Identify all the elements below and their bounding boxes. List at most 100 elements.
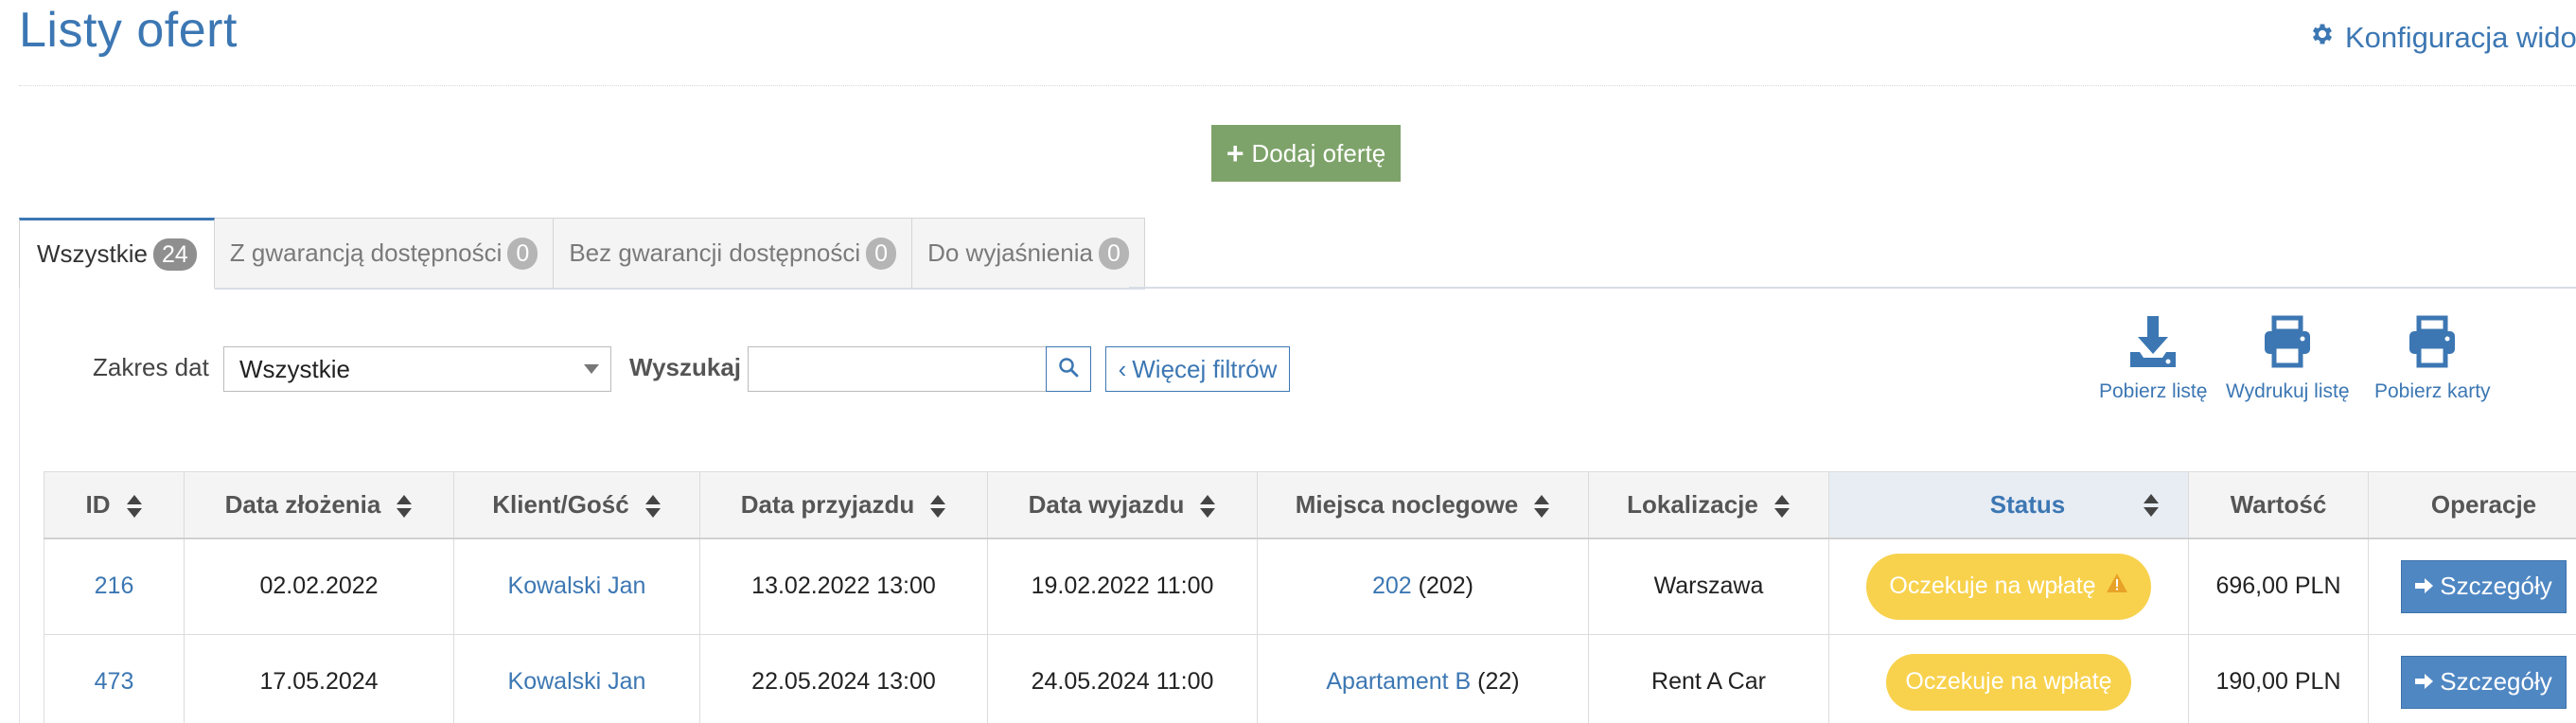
cell-created: 02.02.2022 — [184, 538, 454, 635]
offer-id-link[interactable]: 216 — [95, 573, 134, 599]
column-header-created[interactable]: Data złożenia — [184, 471, 454, 539]
sort-icon — [126, 494, 143, 519]
table-row: 473 17.05.2024 Kowalski Jan 22.05.2024 1… — [44, 634, 2576, 723]
details-button[interactable]: Szczegóły — [2401, 655, 2567, 709]
client-link[interactable]: Kowalski Jan — [508, 668, 646, 695]
details-label: Szczegóły — [2440, 572, 2552, 601]
sort-icon — [1199, 494, 1216, 519]
printer-icon — [2263, 314, 2312, 380]
offers-table: ID Data złożenia Klient/Gość Data przyja… — [44, 471, 2576, 723]
column-header-label: Status — [1989, 489, 2066, 519]
column-header-id[interactable]: ID — [44, 471, 185, 539]
cell-operations: Szczegóły — [2368, 538, 2576, 635]
column-header-label: Miejsca noclegowe — [1295, 489, 1519, 519]
arrow-right-icon — [2415, 572, 2434, 601]
cell-created: 17.05.2024 — [184, 634, 454, 723]
tab-to-clarify[interactable]: Do wyjaśnienia 0 — [912, 218, 1145, 290]
tab-label: Do wyjaśnienia — [927, 238, 1093, 267]
column-header-arrival[interactable]: Data przyjazdu — [699, 471, 988, 539]
config-view-label: Konfiguracja widok — [2345, 21, 2576, 54]
column-header-status[interactable]: Status — [1828, 471, 2189, 539]
details-button[interactable]: Szczegóły — [2401, 559, 2567, 613]
add-offer-label: Dodaj ofertę — [1251, 138, 1386, 168]
cell-arrival: 13.02.2022 13:00 — [699, 538, 988, 635]
tab-count-badge: 0 — [866, 237, 897, 270]
status-label: Oczekuje na wpłatę — [1905, 668, 2112, 695]
more-filters-button[interactable]: ‹ Więcej filtrów — [1105, 346, 1290, 392]
cell-arrival: 22.05.2024 13:00 — [699, 634, 988, 723]
column-header-places[interactable]: Miejsca noclegowe — [1257, 471, 1589, 539]
place-suffix: (22) — [1477, 668, 1520, 695]
sort-icon — [2143, 493, 2160, 518]
sort-icon — [929, 494, 946, 519]
date-range-value: Wszystkie — [239, 354, 350, 383]
sort-icon — [1773, 494, 1791, 519]
search-input[interactable] — [748, 346, 1047, 392]
panel-border — [19, 288, 20, 723]
date-range-select[interactable]: Wszystkie — [223, 346, 611, 392]
tab-all[interactable]: Wszystkie 24 — [19, 218, 215, 290]
tab-label: Z gwarancją dostępności — [229, 238, 503, 267]
search-button[interactable] — [1046, 346, 1091, 392]
cell-status: Oczekuje na wpłatę — [1828, 538, 2189, 635]
print-list-action[interactable]: Wydrukuj listę — [2226, 314, 2350, 403]
column-header-value: Wartość — [2188, 471, 2369, 539]
offer-id-link[interactable]: 473 — [95, 668, 134, 695]
download-cards-action[interactable]: Pobierz karty — [2374, 314, 2491, 403]
config-view-link[interactable]: Konfiguracja widok — [2309, 21, 2576, 55]
tab-count-badge: 0 — [1098, 237, 1129, 270]
cell-id: 216 — [44, 538, 185, 635]
status-badge: Oczekuje na wpłatę — [1866, 553, 2151, 620]
print-list-label: Wydrukuj listę — [2226, 380, 2350, 402]
cell-place: 202 (202) — [1257, 538, 1589, 635]
search-icon — [1057, 356, 1080, 383]
download-list-action[interactable]: Pobierz listę — [2099, 314, 2207, 403]
header-divider — [19, 85, 2576, 86]
tab-count-badge: 24 — [153, 238, 197, 271]
cell-departure: 19.02.2022 11:00 — [987, 538, 1258, 635]
chevron-down-icon — [584, 364, 599, 374]
place-suffix: (202) — [1418, 573, 1474, 600]
chevron-left-icon: ‹ — [1118, 354, 1127, 383]
cell-status: Oczekuje na wpłatę — [1828, 634, 2189, 723]
column-header-operations: Operacje — [2368, 471, 2576, 539]
sort-icon — [1533, 494, 1550, 519]
tab-without-guarantee[interactable]: Bez gwarancji dostępności 0 — [554, 218, 913, 290]
plus-icon: + — [1226, 136, 1244, 170]
column-header-label: Operacje — [2430, 489, 2537, 519]
tabs-bar: Wszystkie 24 Z gwarancją dostępności 0 B… — [19, 218, 1145, 290]
arrow-right-icon — [2415, 667, 2434, 697]
cell-location: Warszawa — [1588, 538, 1829, 635]
download-cards-label: Pobierz karty — [2374, 380, 2491, 402]
column-header-label: Klient/Gość — [492, 489, 629, 519]
table-header-row: ID Data złożenia Klient/Gość Data przyja… — [44, 471, 2576, 539]
column-header-label: Data wyjazdu — [1028, 489, 1185, 519]
column-header-departure[interactable]: Data wyjazdu — [987, 471, 1258, 539]
date-range-label: Zakres dat — [93, 353, 209, 381]
cell-client: Kowalski Jan — [453, 634, 700, 723]
search-label: Wyszukaj — [629, 353, 742, 381]
client-link[interactable]: Kowalski Jan — [508, 573, 646, 599]
cell-location: Rent A Car — [1588, 634, 1829, 723]
add-offer-button[interactable]: + Dodaj ofertę — [1211, 125, 1401, 182]
tab-label: Bez gwarancji dostępności — [569, 238, 861, 267]
table-row: 216 02.02.2022 Kowalski Jan 13.02.2022 1… — [44, 538, 2576, 635]
place-link[interactable]: 202 — [1372, 573, 1412, 599]
tabs-underline — [1129, 287, 2576, 289]
column-header-label: Data przyjazdu — [740, 489, 915, 519]
tab-with-guarantee[interactable]: Z gwarancją dostępności 0 — [214, 218, 555, 290]
cell-value: 696,00 PLN — [2188, 538, 2369, 635]
column-header-client[interactable]: Klient/Gość — [453, 471, 700, 539]
place-link[interactable]: Apartament B — [1326, 668, 1471, 695]
sort-icon — [644, 494, 662, 519]
column-header-locations[interactable]: Lokalizacje — [1588, 471, 1829, 539]
column-header-label: Lokalizacje — [1627, 489, 1758, 519]
gear-icon — [2309, 21, 2336, 55]
cell-departure: 24.05.2024 11:00 — [987, 634, 1258, 723]
cell-operations: Szczegóły — [2368, 634, 2576, 723]
tab-count-badge: 0 — [507, 237, 538, 270]
download-icon — [2128, 314, 2178, 380]
page-title: Listy ofert — [19, 3, 238, 58]
download-list-label: Pobierz listę — [2099, 380, 2208, 402]
more-filters-label: Więcej filtrów — [1132, 354, 1278, 383]
